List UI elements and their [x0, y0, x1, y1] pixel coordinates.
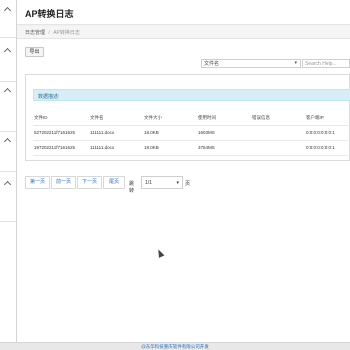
chevron-up-icon[interactable] — [3, 180, 12, 189]
log-table-panel: 数据描述: 文件ID 文件名 文件大小 使用时间 错误信息 客户端IP 5272… — [25, 74, 350, 161]
main-content: AP转换日志 日志管理 / AP转换日志 导出 文件名 ▾ Search Hel… — [17, 0, 350, 342]
footer: @东华科技重庆软件有限公司开发 — [0, 342, 350, 350]
page-select[interactable]: 1/1 ▾ — [141, 176, 183, 189]
title-bar: AP转换日志 — [17, 0, 350, 25]
column-header-duration: 使用时间 — [198, 115, 216, 120]
table-cell-client-ip: 0:0:0:0:0:0:0:1 — [306, 130, 335, 135]
sidebar — [0, 0, 17, 350]
filter-field-select[interactable]: 文件名 ▾ — [201, 59, 301, 68]
chevron-up-icon[interactable] — [3, 87, 12, 96]
prev-page-button[interactable]: 前一页 — [51, 176, 76, 189]
content-area: 导出 文件名 ▾ Search Help... 数据描述: 文件ID 文件名 文… — [17, 39, 350, 342]
table-cell-file-id: 527202211f7161625 — [34, 130, 75, 135]
page-title: AP转换日志 — [25, 9, 74, 19]
table-cell-client-ip: 0:0:0:0:0:0:0:1 — [306, 145, 335, 150]
table-cell-file-name: 111111.docx — [90, 130, 115, 135]
sidebar-group-2[interactable] — [0, 38, 16, 82]
search-input[interactable]: Search Help... — [302, 59, 350, 68]
chevron-up-icon[interactable] — [3, 137, 12, 146]
table-cell-file-size: 18.0KB — [144, 130, 159, 135]
column-header-file-size: 文件大小 — [144, 115, 162, 120]
page-suffix: 页 — [185, 181, 191, 187]
sidebar-group-1[interactable] — [0, 0, 16, 38]
breadcrumb-root[interactable]: 日志管理 — [25, 30, 45, 36]
table-cell-file-size: 18.0KB — [144, 145, 159, 150]
table-cell-duration: 3754MS — [198, 145, 215, 150]
footer-text: @东华科技重庆软件有限公司开发 — [141, 344, 209, 349]
table-row-divider — [33, 155, 350, 156]
breadcrumb-current: AP转换日志 — [53, 30, 80, 36]
table-row-divider — [33, 140, 350, 141]
column-header-client-ip: 客户端IP — [306, 115, 324, 120]
column-header-file-id: 文件ID — [34, 115, 48, 120]
chevron-up-icon[interactable] — [3, 6, 12, 15]
sidebar-group-4[interactable] — [0, 132, 16, 172]
page-select-value: 1/1 — [145, 180, 152, 186]
sidebar-group-5[interactable] — [0, 172, 16, 222]
chevron-up-icon[interactable] — [3, 47, 12, 56]
first-page-button[interactable]: 第一页 — [25, 176, 50, 189]
export-button[interactable]: 导出 — [25, 47, 44, 57]
breadcrumb-separator: / — [48, 30, 50, 36]
next-page-button[interactable]: 下一页 — [77, 176, 102, 189]
mouse-cursor-icon — [155, 248, 165, 258]
chevron-down-icon: ▾ — [294, 60, 297, 66]
breadcrumb: 日志管理 / AP转换日志 — [17, 26, 350, 39]
last-page-button[interactable]: 尾页 — [103, 176, 125, 189]
chevron-down-icon: ▾ — [176, 180, 179, 186]
column-header-file-name: 文件名 — [90, 115, 104, 120]
column-header-error: 错误信息 — [252, 115, 270, 120]
table-cell-duration: 1603MS — [198, 130, 215, 135]
filter-field-value: 文件名 — [204, 61, 220, 67]
goto-label: 跳转 — [129, 181, 135, 194]
table-row-divider — [33, 125, 350, 126]
table-description-alert: 数据描述: — [33, 89, 350, 101]
table-cell-file-name: 111111.docx — [90, 145, 115, 150]
alert-text: 数据描述: — [38, 94, 60, 100]
sidebar-group-3[interactable] — [0, 82, 16, 132]
table-cell-file-id: 197202211f7161625 — [34, 145, 75, 150]
